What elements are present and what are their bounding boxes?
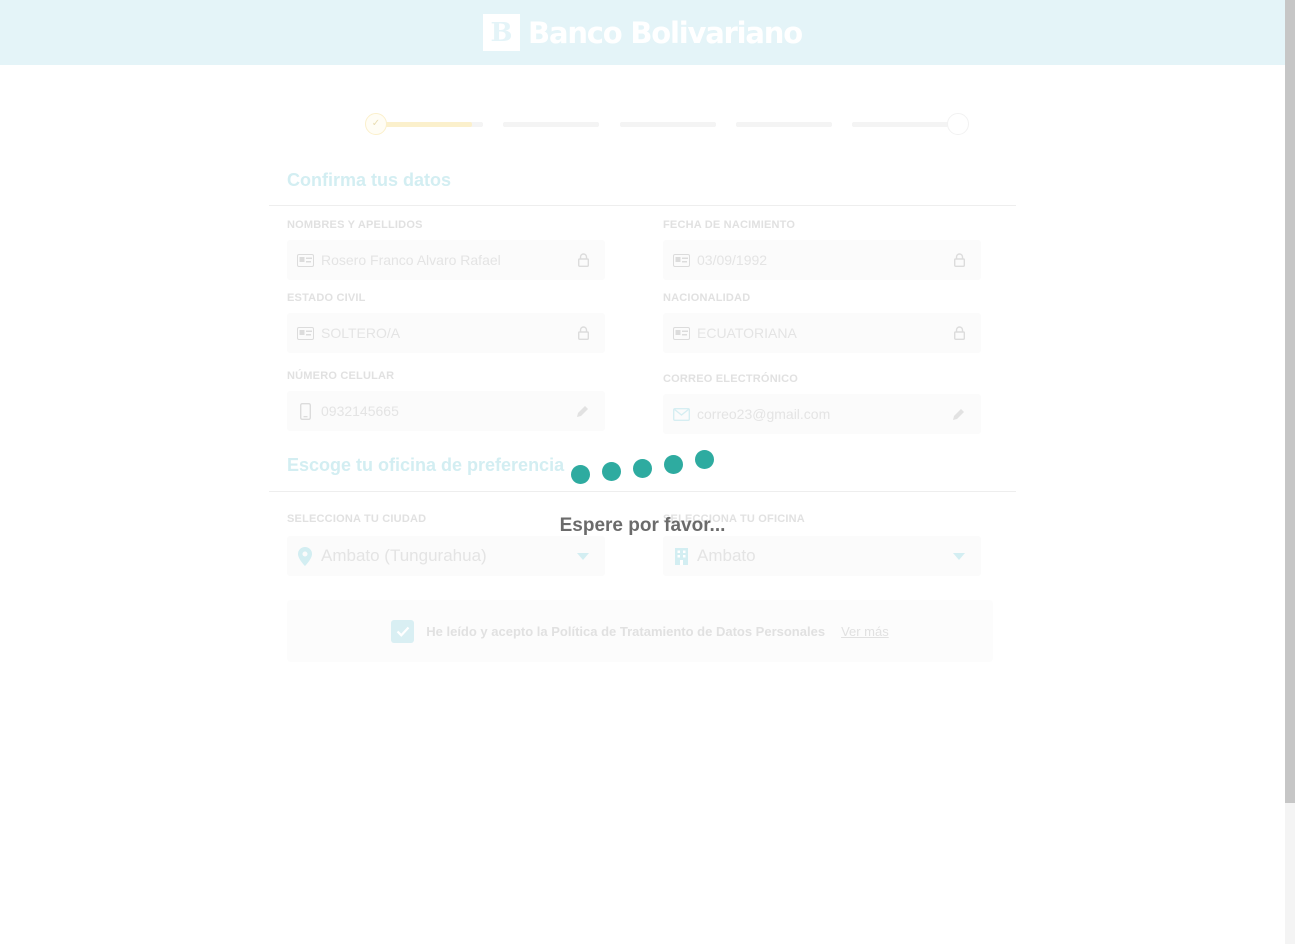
bank-logo[interactable]: B Banco Bolivariano xyxy=(483,14,803,51)
phone-field[interactable]: 0932145665 xyxy=(287,391,605,431)
dropdown-arrow-icon[interactable] xyxy=(951,548,967,564)
step-segment-1 xyxy=(376,122,483,127)
step-segment-4 xyxy=(736,122,832,127)
step-segment-2 xyxy=(503,122,599,127)
loading-dot xyxy=(571,465,590,484)
birthdate-field[interactable]: 03/09/1992 xyxy=(663,240,981,280)
id-card-icon xyxy=(672,251,690,269)
logo-mark-icon: B xyxy=(483,14,521,51)
section-divider xyxy=(269,491,1016,492)
office-value: Ambato xyxy=(697,546,756,565)
birthdate-label: FECHA DE NACIMIENTO xyxy=(663,219,796,231)
lock-icon xyxy=(575,252,591,268)
nationality-field[interactable]: ECUATORIANA xyxy=(663,313,981,353)
section-title-confirm: Confirma tus datos xyxy=(287,170,452,190)
civil-status-field[interactable]: SOLTERO/A xyxy=(287,313,605,353)
email-value: correo23@gmail.com xyxy=(697,406,831,422)
lock-icon xyxy=(575,325,591,341)
loading-dot xyxy=(695,450,714,469)
top-header: B Banco Bolivariano xyxy=(0,0,1285,65)
step-segment-3 xyxy=(620,122,716,127)
dropdown-arrow-icon[interactable] xyxy=(575,548,591,564)
id-card-icon xyxy=(296,324,314,342)
location-pin-icon xyxy=(296,546,314,566)
see-more-link[interactable]: Ver más xyxy=(841,624,889,639)
brand-name: Banco Bolivariano xyxy=(528,15,803,50)
section-title-office: Escoge tu oficina de preferencia xyxy=(287,455,565,475)
building-icon xyxy=(672,547,690,565)
email-label: CORREO ELECTRÓNICO xyxy=(663,373,798,385)
envelope-icon xyxy=(672,405,690,423)
nationality-label: NACIONALIDAD xyxy=(663,292,751,304)
civil-status-value: SOLTERO/A xyxy=(321,325,401,341)
city-value: Ambato (Tungurahua) xyxy=(321,546,487,565)
mobile-phone-icon xyxy=(296,402,314,420)
edit-pencil-icon[interactable] xyxy=(951,406,967,422)
check-icon xyxy=(396,626,410,637)
step-end-node xyxy=(947,113,969,135)
lock-icon xyxy=(951,252,967,268)
step-fill xyxy=(376,122,473,127)
check-icon: ✓ xyxy=(365,113,387,135)
civil-status-label: ESTADO CIVIL xyxy=(287,292,366,304)
phone-label: NÚMERO CELULAR xyxy=(287,370,395,382)
lock-icon xyxy=(951,325,967,341)
names-label: NOMBRES Y APELLIDOS xyxy=(287,219,423,231)
loading-dot xyxy=(664,455,683,474)
consent-text: He leído y acepto la Política de Tratami… xyxy=(426,623,826,639)
city-select[interactable]: Ambato (Tungurahua) xyxy=(287,536,605,576)
loading-message: Espere por favor... xyxy=(559,515,726,536)
names-value: Rosero Franco Alvaro Rafael xyxy=(321,252,501,268)
progress-stepper: ✓ xyxy=(365,113,969,137)
consent-checkbox[interactable] xyxy=(391,619,415,643)
scrollbar-thumb[interactable] xyxy=(1285,0,1295,803)
consent-box: He leído y acepto la Política de Tratami… xyxy=(287,600,993,662)
birthdate-value: 03/09/1992 xyxy=(697,252,768,268)
email-field[interactable]: correo23@gmail.com xyxy=(663,394,981,434)
step-segment-5 xyxy=(852,122,948,127)
section-divider xyxy=(269,205,1016,206)
loading-dot xyxy=(602,462,621,481)
id-card-icon xyxy=(672,324,690,342)
names-field[interactable]: Rosero Franco Alvaro Rafael xyxy=(287,240,605,280)
phone-value: 0932145665 xyxy=(321,403,399,419)
nationality-value: ECUATORIANA xyxy=(697,325,797,341)
office-select[interactable]: Ambato xyxy=(663,536,981,576)
edit-pencil-icon[interactable] xyxy=(575,403,591,419)
loading-dot xyxy=(633,459,652,478)
id-card-icon xyxy=(296,251,314,269)
